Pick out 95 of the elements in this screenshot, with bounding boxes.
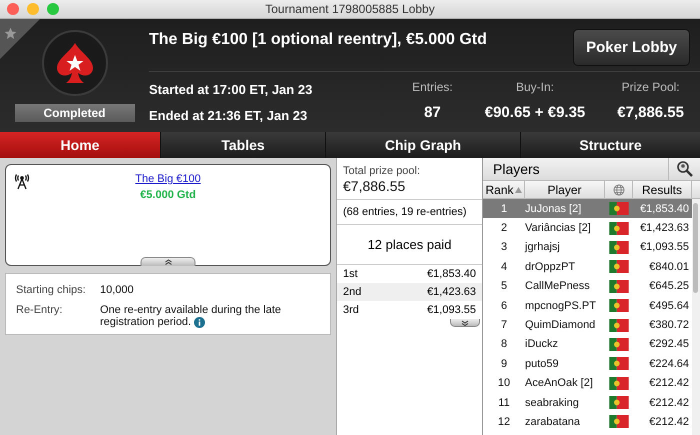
result-cell-text: €645.25 [648, 280, 690, 292]
rank-cell-text: 10 [496, 377, 512, 390]
rank-cell-text: 3 [500, 241, 508, 254]
rank-cell-text: 11 [497, 396, 511, 409]
result-cell-text: €212.42 [648, 396, 690, 409]
stat-label: Entries: [412, 80, 453, 94]
flag-icon [609, 260, 629, 274]
sort-arrow-icon [514, 186, 522, 192]
detail-label: Re-Entry: [16, 304, 64, 318]
guarantee-text: €5.000 Gtd [140, 189, 196, 201]
player-name[interactable]: QuimDiamond [525, 319, 605, 332]
flag-icon [609, 357, 629, 370]
stat-value: 87 [424, 104, 441, 121]
places-paid: 12 places paid [337, 225, 482, 265]
rank-cell-text: 7 [500, 319, 508, 332]
flag-icon [609, 396, 629, 410]
start-time: Started at 17:00 ET, Jan 23 [149, 82, 312, 96]
flag-icon [609, 415, 629, 428]
player-name[interactable]: AceAnOak [2] [525, 377, 605, 390]
rank-cell-text: 9 [500, 358, 508, 370]
detail-label: Starting chips: [16, 284, 87, 296]
result-cell-text: €840.01 [648, 260, 690, 273]
prize-pool-value: €7,886.55 [343, 178, 406, 194]
rank-cell-text: 2 [500, 222, 508, 234]
result-cell-text: €212.42 [648, 416, 690, 428]
antenna-icon [14, 174, 30, 190]
result-cell-text: €1,093.55 [639, 241, 690, 254]
tab[interactable]: Chip Graph [326, 132, 520, 158]
result-cell-text: €495.64 [648, 300, 690, 312]
close-button[interactable] [7, 3, 19, 15]
expand-handle[interactable] [450, 319, 480, 327]
player-name[interactable]: drOppzPT [525, 260, 605, 273]
tab[interactable]: Tables [161, 132, 325, 158]
rank-cell-text: 4 [500, 260, 508, 273]
stat-label: Prize Pool: [622, 80, 680, 94]
column-header[interactable]: Results [633, 181, 692, 198]
flag-icon [609, 222, 629, 235]
player-name[interactable]: jgrhajsj [525, 241, 605, 254]
result-cell-text: €224.64 [648, 358, 690, 370]
info-icon[interactable] [194, 316, 206, 328]
player-name[interactable]: iDuckz [525, 338, 605, 350]
end-time: Ended at 21:36 ET, Jan 23 [149, 108, 308, 122]
collapse-handle[interactable] [140, 257, 196, 266]
detail-value: 10,000 [100, 284, 135, 296]
payout-place: 1st [343, 268, 358, 280]
entries-note: (68 entries, 19 re-entries) [337, 200, 482, 225]
player-name[interactable]: seabraking [525, 396, 605, 409]
flag-icon [609, 202, 629, 216]
rank-cell-text: 1 [500, 202, 508, 215]
result-cell-text: €1,853.40 [639, 202, 690, 215]
payout-amount: €1,853.40 [427, 268, 476, 280]
tab[interactable]: Structure [521, 132, 700, 158]
search-icon [676, 160, 694, 178]
payout-place: 2nd [343, 286, 362, 298]
flag-icon [609, 338, 629, 351]
stat-value: €90.65 + €9.35 [484, 104, 586, 121]
player-name[interactable]: puto59 [525, 358, 605, 370]
rank-cell-text: 8 [500, 338, 508, 350]
player-name[interactable]: zarabatana [525, 416, 605, 428]
status-label: Completed [14, 104, 134, 122]
tab[interactable]: Home [0, 132, 160, 158]
result-cell-text: €1,423.63 [639, 222, 690, 234]
payout-amount: €1,093.55 [427, 304, 476, 316]
window-title: Tournament 1798005885 Lobby [265, 2, 435, 16]
player-name[interactable]: mpcnogPS.PT [525, 300, 605, 312]
detail-value: One re-entry available during the late registration period. [100, 304, 282, 328]
rank-cell-text: 6 [500, 300, 508, 312]
tournament-link[interactable]: The Big €100 [135, 173, 201, 185]
stat-value: €7,886.55 [617, 104, 684, 121]
flag-icon [609, 299, 629, 312]
players-title: Players [492, 161, 540, 177]
player-name[interactable]: JuJonas [2] [525, 202, 605, 215]
result-cell-text: €292.45 [648, 338, 690, 350]
spade-logo [54, 41, 94, 85]
result-cell-text: €380.72 [648, 319, 690, 332]
poker-lobby-button[interactable]: Poker Lobby [573, 28, 690, 66]
globe-icon[interactable] [612, 184, 624, 196]
column-header[interactable]: Rank [483, 181, 525, 198]
scrollbar[interactable] [692, 199, 700, 435]
rank-cell-text: 12 [496, 416, 512, 428]
payout-amount: €1,423.63 [427, 286, 476, 298]
player-name[interactable]: CallMePness [525, 280, 605, 292]
payout-place: 3rd [343, 304, 359, 316]
flag-icon [609, 240, 629, 254]
flag-icon [609, 376, 629, 390]
prize-pool-label: Total prize pool: [343, 165, 422, 177]
column-header[interactable]: Player [525, 181, 605, 198]
rank-cell-text: 5 [500, 280, 508, 292]
flag-icon [609, 318, 629, 332]
result-cell-text: €212.42 [648, 377, 690, 390]
star-icon[interactable] [4, 27, 17, 40]
player-name[interactable]: Variâncias [2] [525, 222, 605, 234]
stat-label: Buy-In: [516, 80, 554, 94]
tournament-title: The Big €100 [1 optional reentry], €5.000 Gtd [149, 31, 487, 49]
flag-icon [609, 280, 629, 293]
